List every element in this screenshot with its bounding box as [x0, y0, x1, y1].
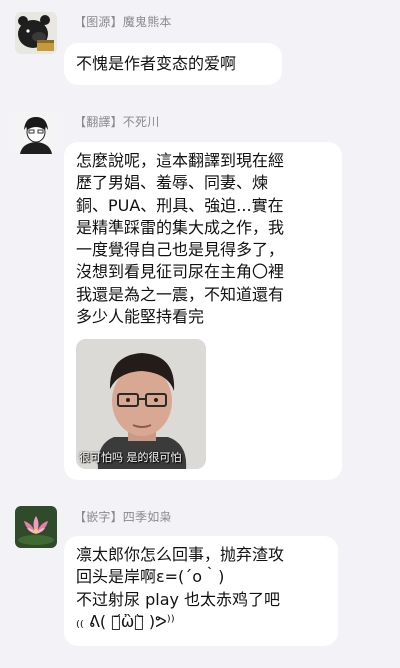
lotus-avatar-icon[interactable] [15, 506, 57, 548]
message-text: 沒想到看見征司尿在主角〇裡 [76, 262, 285, 282]
person-avatar-icon[interactable] [15, 112, 57, 154]
message-text: 多少人能堅持看完 [76, 307, 205, 327]
meme-image[interactable]: 很可怕吗 是的很可怕 [76, 339, 206, 469]
message-text: 凛太郎你怎么回事，抛弃渣攻 [76, 545, 285, 564]
message-text: 我還是為之一震，不知道還有 [76, 284, 285, 304]
message-text: 回头是岸啊ε=(´ο｀) [76, 567, 225, 587]
message-text: 不过射尿 play 也太赤鸡了吧 [76, 589, 281, 609]
message-text: 一度覺得自己也是見得多了， [76, 240, 285, 260]
sender-name: 【嵌字】四季如枭 [74, 510, 172, 524]
bear-avatar-icon[interactable] [15, 12, 57, 54]
sender-name: 【翻譯】不死川 [74, 115, 160, 129]
message-text: 不愧是作者变态的爱啊 [76, 54, 237, 73]
message-bubble[interactable]: 凛太郎你怎么回事，抛弃渣攻 回头是岸啊ε=(´ο｀) 不过射尿 play 也太赤… [64, 536, 338, 646]
message-text: ₍₍ ᕕ( ･᷄ὢ･᷅ )ᕗ⁾⁾ [76, 611, 175, 631]
sender-name: 【图源】魔鬼熊本 [74, 15, 172, 29]
message-text: 銅、PUA、刑具、強迫...實在 [76, 195, 284, 215]
chat-list: 【图源】魔鬼熊本 不愧是作者变态的爱啊 【翻譯】不死川 怎麼說呢，這本翻譯到現在… [0, 0, 400, 668]
message-text: 是精準踩雷的集大成之作，我 [76, 217, 285, 237]
meme-caption: 很可怕吗 是的很可怕 [79, 451, 182, 464]
message-text: 歷了男娼、羞辱、同妻、煉 [76, 173, 269, 193]
message-bubble[interactable]: 不愧是作者变态的爱啊 [64, 43, 282, 85]
message-text: 怎麼說呢，這本翻譯到現在經 [76, 151, 285, 170]
